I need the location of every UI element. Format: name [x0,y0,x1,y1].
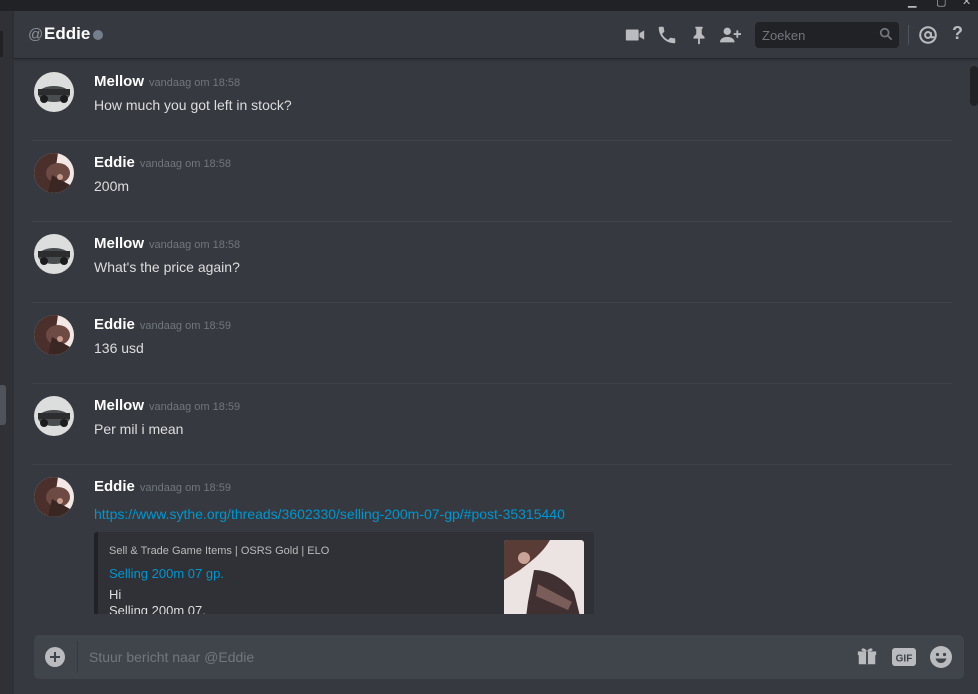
message-author[interactable]: Eddie vandaag om 18:59 [94,478,231,495]
message-author[interactable]: Eddie vandaag om 18:59 [94,316,231,333]
embed-title-link[interactable]: Selling 200m 07 gp. [109,566,224,581]
embed-thumbnail[interactable] [504,540,584,614]
sidebar-edge-notch [0,31,3,57]
header-divider [908,25,909,45]
message-author[interactable]: Eddie vandaag om 18:58 [94,154,231,171]
avatar-mellow[interactable] [34,396,74,436]
message-text: 136 usd [94,340,144,356]
message-group: Eddie vandaag om 18:59 https://www.sythe.… [32,465,952,614]
message-input-placeholder: Stuur bericht naar @Eddie [89,649,255,665]
window-titlebar: ▁ ▢ ✕ [0,0,978,11]
message-list: Mellow vandaag om 18:58 How much you got … [14,60,964,614]
message-input[interactable]: Stuur bericht naar @Eddie GIF [34,635,964,679]
status-offline-indicator [93,30,103,40]
gift-icon[interactable] [856,645,878,667]
message-timestamp: vandaag om 18:59 [149,401,241,413]
mentions-icon[interactable] [917,24,939,46]
composer-divider [77,641,78,673]
avatar-mellow[interactable] [34,72,74,112]
pin-icon[interactable] [688,24,710,46]
upload-plus-icon[interactable] [45,647,65,667]
message-group: Mellow vandaag om 18:58 How much you got … [32,60,952,141]
avatar-eddie[interactable] [34,153,74,193]
gif-icon[interactable]: GIF [891,647,917,667]
embed-description: Hi [109,587,122,602]
message-author[interactable]: Mellow vandaag om 18:59 [94,397,240,414]
maximize-icon[interactable]: ▢ [936,0,946,8]
message-text: Per mil i mean [94,421,184,437]
message-timestamp: vandaag om 18:58 [149,77,241,89]
add-friend-icon[interactable] [719,24,741,46]
avatar-eddie[interactable] [34,477,74,517]
dm-recipient-name: Eddie [44,24,91,43]
message-list-scrollbar[interactable] [970,66,978,106]
svg-text:GIF: GIF [896,654,913,665]
message-timestamp: vandaag om 18:59 [139,482,231,494]
channel-header: @ Eddie Zoeken ? [14,11,978,59]
message-timestamp: vandaag om 18:59 [139,320,231,332]
message-group: Mellow vandaag om 18:58 What's the price … [32,222,952,303]
embed-provider: Sell & Trade Game Items | OSRS Gold | EL… [109,545,330,557]
help-icon[interactable]: ? [952,23,974,45]
avatar-eddie[interactable] [34,315,74,355]
embed-description: Selling 200m 07. [109,603,206,614]
message-text: What's the price again? [94,259,240,275]
minimize-icon[interactable]: ▁ [908,0,916,8]
search-placeholder: Zoeken [762,28,806,43]
message-author[interactable]: Mellow vandaag om 18:58 [94,235,240,252]
message-text: 200m [94,178,130,194]
at-icon: @ [28,26,44,43]
message-link[interactable]: https://www.sythe.org/threads/3602330/se… [94,506,565,522]
close-icon[interactable]: ✕ [962,0,971,8]
message-group: Mellow vandaag om 18:59 Per mil i mean [32,384,952,465]
message-group: Eddie vandaag om 18:58 200m [32,141,952,222]
voice-call-icon[interactable] [656,24,678,46]
left-sidebar-edge [0,11,14,694]
link-embed: Sell & Trade Game Items | OSRS Gold | EL… [94,532,594,614]
sidebar-collapse-handle[interactable] [0,385,6,425]
message-group: Eddie vandaag om 18:59 136 usd [32,303,952,384]
composer-area: Stuur bericht naar @Eddie GIF [14,614,978,694]
message-author[interactable]: Mellow vandaag om 18:58 [94,73,240,90]
message-timestamp: vandaag om 18:58 [139,158,231,170]
message-timestamp: vandaag om 18:58 [149,239,241,251]
search-icon [879,27,893,41]
message-text: How much you got left in stock? [94,97,292,113]
video-call-icon[interactable] [624,24,646,46]
search-input[interactable]: Zoeken [755,22,899,48]
emoji-icon[interactable] [929,645,953,669]
avatar-mellow[interactable] [34,234,74,274]
